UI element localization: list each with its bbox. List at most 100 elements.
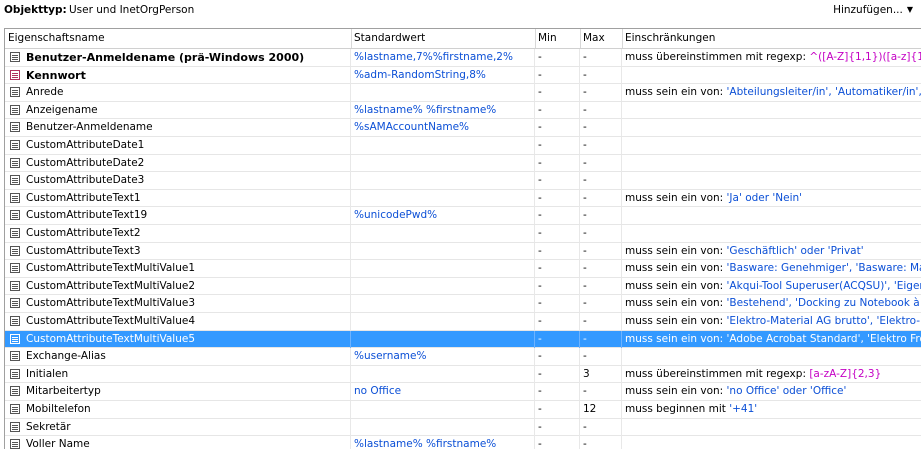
property-name: CustomAttributeDate2 — [26, 156, 145, 169]
column-header-min[interactable]: Min — [535, 29, 581, 48]
table-row[interactable]: CustomAttributeText3- - muss sein ein von:… — [5, 242, 921, 261]
table-row[interactable]: CustomAttributeTextMultiValue5- - muss sei… — [5, 330, 921, 349]
property-name: CustomAttributeTextMultiValue1 — [26, 262, 196, 275]
property-name-cell: Exchange-Alias — [5, 348, 351, 366]
property-icon — [10, 122, 20, 133]
table-row[interactable]: CustomAttributeTextMultiValue1- - muss sei… — [5, 260, 921, 278]
default-value-cell — [351, 401, 535, 418]
max-cell: - — [580, 154, 622, 172]
table-row[interactable]: Sekretär - - — [5, 418, 921, 437]
property-name-cell: Voller Name — [5, 436, 351, 449]
constraint-prefix: muss sein ein von: — [625, 297, 727, 310]
table-row[interactable]: Anzeigename %lastname% %firstname% - - — [5, 101, 921, 120]
property-name-cell: CustomAttributeDate1 — [5, 137, 351, 154]
max-cell: - — [580, 313, 622, 330]
table-row[interactable]: CustomAttributeDate2 - - — [5, 154, 921, 173]
property-name: CustomAttributeText2 — [26, 227, 141, 239]
constraints-cell — [622, 225, 921, 242]
add-button[interactable]: Hinzufügen... ▼ — [833, 4, 913, 16]
constraint-value: [a-zA-Z]{2,3} — [809, 367, 882, 380]
table-row[interactable]: CustomAttributeText19 %unicodePwd% - - — [5, 207, 921, 225]
password-property-icon — [10, 69, 20, 80]
table-row[interactable]: Initialen -3 muss übereinstimmen mit regex… — [5, 365, 921, 384]
min-cell: - — [535, 49, 580, 66]
property-icon — [10, 245, 20, 256]
property-icon — [10, 263, 20, 274]
table-row[interactable]: CustomAttributeTextMultiValue2- - muss sei… — [5, 277, 921, 296]
table-row[interactable]: Exchange-Alias %username% - - — [5, 348, 921, 366]
max-cell: - — [580, 277, 622, 295]
multivalue-property-icon — [10, 333, 20, 344]
constraints-cell: muss sein ein von: 'Adobe Acrobat Standa… — [622, 331, 921, 348]
constraint-value: 'Ja' oder 'Nein' — [726, 191, 803, 204]
min-cell: - — [535, 295, 580, 313]
max-cell: - — [580, 418, 622, 436]
table-row[interactable]: Benutzer-Anmeldename (prä-Windows 2000)%… — [5, 49, 921, 67]
property-name-cell: CustomAttributeTextMultiValue3 — [5, 295, 351, 313]
table-row[interactable]: CustomAttributeDate3 - - — [5, 172, 921, 190]
property-name: Anzeigename — [26, 103, 98, 116]
min-cell: - — [535, 84, 580, 102]
constraints-cell: muss sein ein von: 'no Office' oder 'Off… — [622, 383, 921, 400]
table-row[interactable]: Benutzer-Anmeldename %sAMAccountName% - - — [5, 119, 921, 137]
default-value-cell — [351, 418, 535, 436]
add-button-label: Hinzufügen... — [833, 4, 903, 16]
min-cell: - — [535, 383, 580, 401]
constraint-prefix: muss übereinstimmen mit regexp: — [625, 367, 810, 380]
table-row[interactable]: Mobiltelefon -12 muss beginnen mit '+41' — [5, 401, 921, 419]
constraints-cell — [622, 119, 921, 136]
column-header-max[interactable]: Max — [580, 29, 623, 48]
property-name: Sekretär — [26, 420, 71, 433]
table-row[interactable]: CustomAttributeText1- - muss sein ein von:… — [5, 189, 921, 208]
min-cell: - — [535, 225, 580, 242]
property-name: CustomAttributeTextMultiValue3 — [26, 297, 196, 310]
min-cell: - — [535, 313, 580, 330]
table-row[interactable]: CustomAttributeTextMultiValue3- - muss sei… — [5, 295, 921, 313]
property-name-cell: Anzeigename — [5, 101, 351, 119]
default-value-cell: %sAMAccountName% — [351, 119, 535, 137]
column-header-name[interactable]: Eigenschaftsname — [5, 29, 352, 48]
min-cell: - — [535, 418, 580, 436]
constraint-prefix: muss sein ein von: — [625, 86, 727, 99]
max-cell: - — [580, 172, 622, 190]
property-name-cell: Anrede — [5, 84, 351, 102]
property-icon — [10, 140, 20, 150]
constraint-value: 'Abteilungsleiter/in', 'Automatiker/in',… — [726, 86, 921, 99]
table-row[interactable]: Kennwort %adm-RandomString,8% - - — [5, 66, 921, 85]
default-value-cell — [351, 365, 535, 383]
property-icon — [10, 316, 20, 326]
property-icon — [10, 368, 20, 379]
column-header-default[interactable]: Standardwert — [351, 29, 536, 48]
table-row[interactable]: CustomAttributeTextMultiValue4- - muss sei… — [5, 313, 921, 331]
property-name: CustomAttributeTextMultiValue5 — [26, 332, 196, 345]
table-row[interactable]: CustomAttributeText2 - - — [5, 225, 921, 243]
min-cell: - — [535, 119, 580, 137]
constraint-value: 'Bestehend', 'Docking zu Notebook à C... — [726, 297, 921, 310]
property-name-cell: Sekretär — [5, 418, 351, 436]
property-name: CustomAttributeTextMultiValue2 — [26, 279, 196, 292]
max-cell: 12 — [580, 401, 622, 418]
min-cell: - — [535, 242, 580, 260]
table-row[interactable]: Mitarbeitertyp no Office - - muss sein ein v… — [5, 383, 921, 401]
table-row[interactable]: Anrede - - muss sein ein von: 'Abteilungsle… — [5, 84, 921, 102]
property-name: Voller Name — [26, 438, 90, 449]
max-cell: - — [580, 207, 622, 225]
property-name: Benutzer-Anmeldename (prä-Windows 2000) — [26, 51, 305, 64]
objecttype-value: User und InetOrgPerson — [69, 4, 195, 16]
property-icon — [10, 175, 20, 186]
max-cell: - — [580, 260, 622, 278]
default-value-cell — [351, 84, 535, 102]
constraint-prefix: muss sein ein von: — [625, 385, 727, 398]
min-cell: - — [535, 365, 580, 383]
chevron-down-icon[interactable]: ▼ — [907, 5, 913, 14]
column-header-constraints[interactable]: Einschränkungen — [622, 29, 921, 48]
property-name-cell: CustomAttributeText2 — [5, 225, 351, 242]
table-row[interactable]: Voller Name %lastname% %firstname% - - — [5, 436, 921, 449]
default-value-cell — [351, 242, 535, 260]
property-icon — [10, 298, 20, 309]
table-row[interactable]: CustomAttributeDate1 - - — [5, 137, 921, 155]
max-cell: 3 — [580, 365, 622, 383]
property-name: Anrede — [26, 86, 64, 99]
default-value-cell — [351, 154, 535, 172]
properties-table[interactable]: Eigenschaftsname Standardwert Min Max Ei… — [4, 28, 921, 449]
